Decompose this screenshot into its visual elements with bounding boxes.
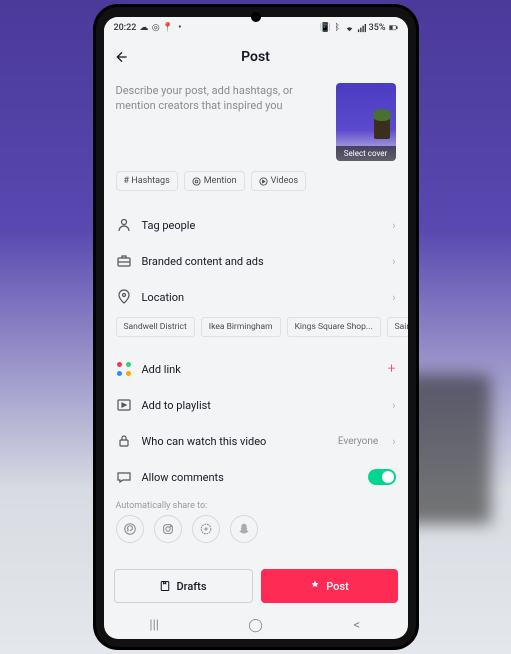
location-chip[interactable]: Kings Square Shop... — [287, 317, 381, 337]
lock-icon — [116, 433, 132, 449]
description-input[interactable]: Describe your post, add hashtags, or men… — [116, 83, 326, 161]
add-playlist-row[interactable]: Add to playlist › — [104, 387, 408, 423]
signal-icon — [357, 24, 366, 33]
tag-people-row[interactable]: Tag people › — [104, 207, 408, 243]
share-stories[interactable] — [192, 515, 220, 543]
share-label: Automatically share to: — [104, 495, 408, 515]
hashtags-chip[interactable]: # Hashtags — [116, 171, 178, 191]
recent-apps-button[interactable]: ||| — [142, 618, 166, 633]
location-row[interactable]: Location › — [104, 279, 408, 315]
phone-frame: 20:22 ☁ ◎ 📍 • 📳 ᛒ 35% — [96, 7, 416, 647]
location-icon — [116, 289, 132, 305]
post-button[interactable]: Post — [261, 569, 398, 603]
location-suggestions: Sandwell District Ikea Birmingham Kings … — [104, 315, 408, 347]
cover-label: Select cover — [336, 146, 396, 161]
branded-content-row[interactable]: Branded content and ads › — [104, 243, 408, 279]
comment-icon — [116, 469, 132, 485]
home-button[interactable]: ◯ — [243, 618, 267, 633]
screen: 20:22 ☁ ◎ 📍 • 📳 ᛒ 35% — [104, 17, 408, 639]
playlist-icon — [116, 397, 132, 413]
status-time: 20:22 — [114, 23, 137, 33]
videos-chip[interactable]: Videos — [251, 171, 307, 191]
more-icon: • — [175, 24, 184, 33]
share-whatsapp[interactable] — [116, 515, 144, 543]
chevron-right-icon: › — [392, 435, 395, 448]
battery-icon — [389, 24, 398, 33]
back-button[interactable] — [104, 39, 140, 75]
chevron-right-icon: › — [392, 399, 395, 412]
wifi-icon — [345, 24, 354, 33]
briefcase-icon — [116, 253, 132, 269]
link-dots-icon — [116, 361, 132, 377]
instagram-icon: ◎ — [151, 24, 160, 33]
camera-cutout — [251, 12, 261, 22]
person-icon — [116, 217, 132, 233]
share-instagram[interactable] — [154, 515, 182, 543]
share-snapchat[interactable] — [230, 515, 258, 543]
page-title: Post — [241, 49, 270, 65]
who-can-watch-row[interactable]: Who can watch this video Everyone › — [104, 423, 408, 459]
chevron-right-icon: › — [392, 219, 395, 232]
cloud-icon: ☁ — [139, 24, 148, 33]
bluetooth-icon: ᛒ — [333, 24, 342, 33]
add-link-row[interactable]: Add link + — [104, 351, 408, 387]
cover-thumbnail[interactable]: Select cover — [336, 83, 396, 161]
allow-comments-row: Allow comments — [104, 459, 408, 495]
location-pin-icon: 📍 — [163, 24, 172, 33]
chevron-right-icon: › — [392, 291, 395, 304]
header: Post — [104, 39, 408, 75]
android-navbar: ||| ◯ < — [104, 611, 408, 639]
comments-toggle[interactable] — [368, 469, 396, 485]
plus-icon: + — [388, 361, 396, 377]
location-chip[interactable]: Ikea Birmingham — [201, 317, 281, 337]
location-chip[interactable]: Sandwell District — [116, 317, 195, 337]
chevron-right-icon: › — [392, 255, 395, 268]
privacy-value: Everyone — [338, 436, 378, 447]
drafts-button[interactable]: Drafts — [114, 569, 253, 603]
status-battery: 35% — [369, 23, 386, 33]
mention-chip[interactable]: Mention — [184, 171, 245, 191]
bottom-actions: Drafts Post — [104, 563, 408, 611]
vibrate-icon: 📳 — [321, 24, 330, 33]
location-chip[interactable]: Sainsb — [387, 317, 408, 337]
back-nav-button[interactable]: < — [345, 618, 369, 633]
content: Describe your post, add hashtags, or men… — [104, 75, 408, 563]
